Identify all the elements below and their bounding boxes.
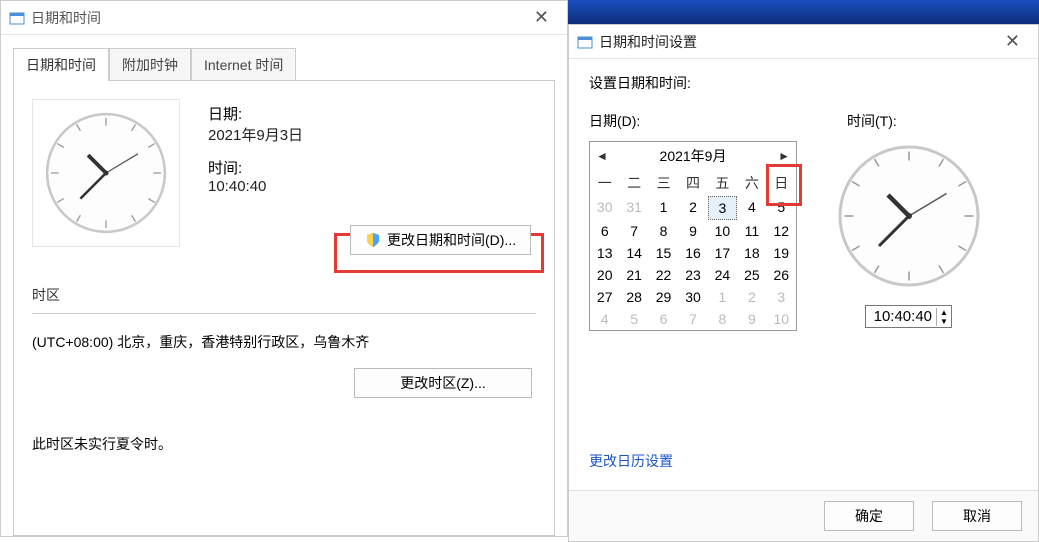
calendar-day[interactable]: 17: [708, 242, 737, 264]
highlight-day-5: [766, 164, 802, 206]
analog-clock: [32, 99, 180, 247]
dow-header: 三: [649, 170, 678, 196]
calendar-day[interactable]: 31: [619, 196, 648, 220]
calendar-day[interactable]: 5: [619, 308, 648, 330]
titlebar-settings: 日期和时间设置 ✕: [569, 25, 1038, 59]
tab-date-time[interactable]: 日期和时间: [13, 48, 109, 81]
calendar-day[interactable]: 30: [678, 286, 707, 308]
dow-header: 六: [737, 170, 766, 196]
time-spinner[interactable]: ▲ ▼: [865, 305, 952, 328]
dow-header: 一: [590, 170, 619, 196]
divider: [32, 313, 536, 314]
time-label: 时间:: [208, 157, 303, 178]
window-title: 日期和时间: [31, 8, 101, 28]
close-button[interactable]: ✕: [524, 3, 559, 32]
calendar-day[interactable]: 27: [590, 286, 619, 308]
calendar-day[interactable]: 28: [619, 286, 648, 308]
calendar-day[interactable]: 2: [737, 286, 766, 308]
window-icon: [577, 34, 593, 50]
analog-clock-settings: [834, 141, 984, 291]
calendar-day[interactable]: 25: [737, 264, 766, 286]
timezone-section-label: 时区: [32, 285, 536, 305]
tabs-container: 日期和时间 附加时钟 Internet 时间: [1, 35, 567, 536]
calendar-day[interactable]: 13: [590, 242, 619, 264]
close-button-settings[interactable]: ✕: [995, 27, 1030, 56]
calendar-day[interactable]: 4: [590, 308, 619, 330]
next-month-button[interactable]: ►: [778, 149, 790, 163]
shield-icon: [365, 232, 381, 248]
date-label: 日期:: [208, 103, 303, 124]
change-date-time-button[interactable]: 更改日期和时间(D)...: [350, 225, 531, 255]
calendar-day[interactable]: 6: [649, 308, 678, 330]
dow-header: 五: [708, 170, 737, 196]
prev-month-button[interactable]: ◄: [596, 149, 608, 163]
calendar-day[interactable]: 30: [590, 196, 619, 220]
calendar-day[interactable]: 23: [678, 264, 707, 286]
calendar-day[interactable]: 16: [678, 242, 707, 264]
ok-button[interactable]: 确定: [824, 501, 914, 531]
calendar-day[interactable]: 10: [767, 308, 796, 330]
date-picker-label: 日期(D):: [589, 111, 799, 131]
date-time-window: 日期和时间 ✕ 日期和时间 附加时钟 Internet 时间: [0, 0, 568, 537]
change-timezone-button[interactable]: 更改时区(Z)...: [354, 368, 532, 398]
time-value: 10:40:40: [208, 178, 303, 195]
settings-header: 设置日期和时间:: [589, 73, 1018, 93]
calendar-day[interactable]: 20: [590, 264, 619, 286]
calendar-day[interactable]: 1: [649, 196, 678, 220]
calendar-day[interactable]: 3: [767, 286, 796, 308]
calendar-day[interactable]: 7: [678, 308, 707, 330]
calendar-day[interactable]: 4: [737, 196, 766, 220]
window-icon: [9, 10, 25, 26]
calendar-day[interactable]: 12: [767, 220, 796, 242]
time-down-button[interactable]: ▼: [937, 317, 951, 326]
titlebar: 日期和时间 ✕: [1, 1, 567, 35]
tab-content: 日期: 2021年9月3日 时间: 10:40:40 更改日期和时间(D)...: [13, 80, 555, 536]
calendar-day[interactable]: 15: [649, 242, 678, 264]
calendar-day[interactable]: 8: [649, 220, 678, 242]
calendar-day[interactable]: 14: [619, 242, 648, 264]
dow-header: 四: [678, 170, 707, 196]
calendar-day[interactable]: 18: [737, 242, 766, 264]
change-date-time-label: 更改日期和时间(D)...: [387, 230, 516, 250]
dow-header: 二: [619, 170, 648, 196]
settings-window-title: 日期和时间设置: [599, 32, 697, 52]
calendar-day[interactable]: 11: [737, 220, 766, 242]
button-bar: 确定 取消: [569, 490, 1038, 541]
calendar-day[interactable]: 9: [737, 308, 766, 330]
calendar-day[interactable]: 19: [767, 242, 796, 264]
calendar[interactable]: ◄ 2021年9月 ► 一二三四五六日303112345678910111213…: [589, 141, 797, 331]
calendar-day[interactable]: 3: [708, 196, 737, 220]
calendar-day[interactable]: 10: [708, 220, 737, 242]
time-picker-label: 时间(T):: [847, 111, 1018, 131]
calendar-day[interactable]: 24: [708, 264, 737, 286]
calendar-day[interactable]: 7: [619, 220, 648, 242]
calendar-day[interactable]: 29: [649, 286, 678, 308]
dst-note: 此时区未实行夏令时。: [32, 434, 536, 454]
date-time-settings-window: 日期和时间设置 ✕ 设置日期和时间: 日期(D): ◄ 2021年9月 ► 一二…: [568, 24, 1039, 542]
date-value: 2021年9月3日: [208, 124, 303, 145]
time-input[interactable]: [866, 306, 936, 327]
calendar-day[interactable]: 22: [649, 264, 678, 286]
calendar-day[interactable]: 21: [619, 264, 648, 286]
calendar-day[interactable]: 9: [678, 220, 707, 242]
calendar-day[interactable]: 8: [708, 308, 737, 330]
tab-internet-time[interactable]: Internet 时间: [191, 48, 296, 81]
calendar-day[interactable]: 26: [767, 264, 796, 286]
calendar-day[interactable]: 1: [708, 286, 737, 308]
cancel-button[interactable]: 取消: [932, 501, 1022, 531]
time-up-button[interactable]: ▲: [937, 308, 951, 317]
calendar-month-title[interactable]: 2021年9月: [660, 146, 727, 166]
calendar-day[interactable]: 2: [678, 196, 707, 220]
calendar-day[interactable]: 6: [590, 220, 619, 242]
change-calendar-settings-link[interactable]: 更改日历设置: [589, 453, 673, 469]
timezone-value: (UTC+08:00) 北京，重庆，香港特别行政区，乌鲁木齐: [32, 332, 536, 352]
tab-additional-clocks[interactable]: 附加时钟: [109, 48, 191, 81]
